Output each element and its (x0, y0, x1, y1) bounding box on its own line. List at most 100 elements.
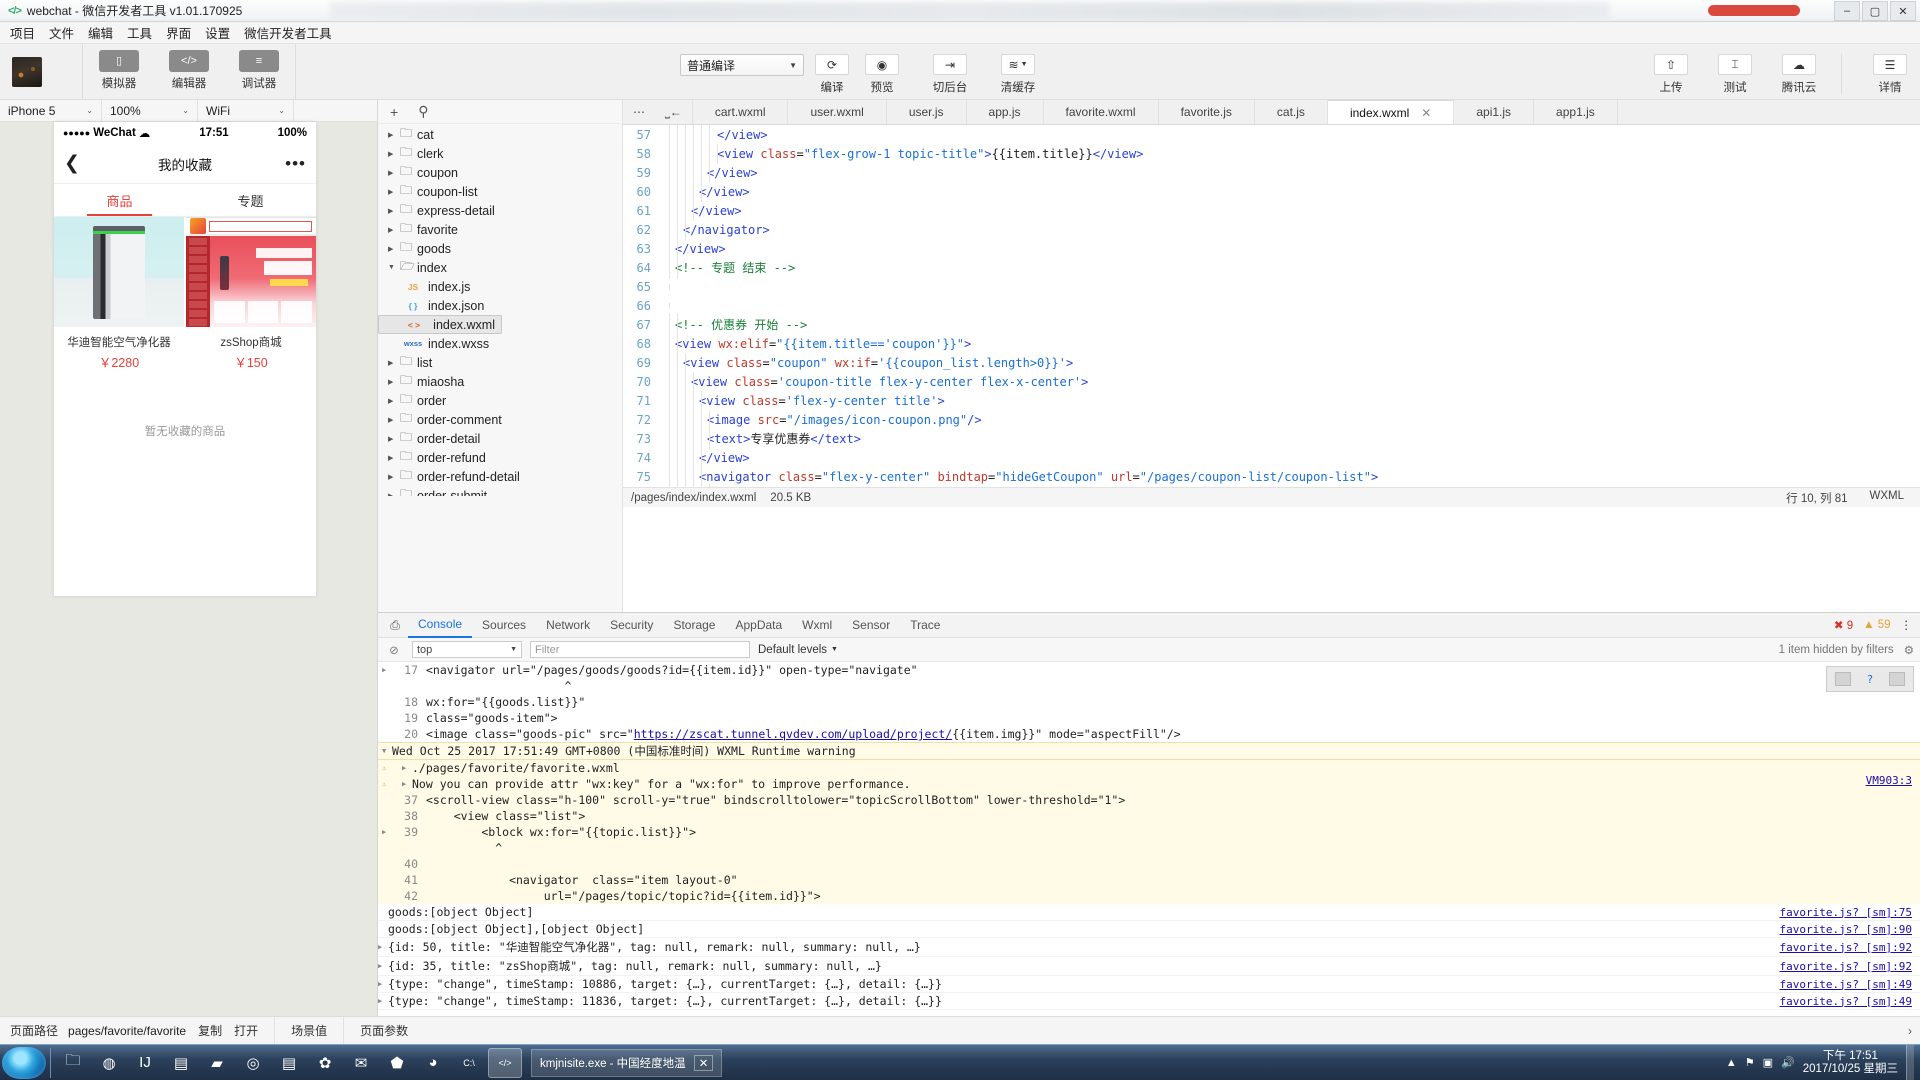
tree-folder-list[interactable]: ▶ 🗀 list (378, 353, 622, 372)
editor-tab-app-js[interactable]: app.js (966, 100, 1044, 124)
editor-tab-cat-js[interactable]: cat.js (1254, 100, 1328, 124)
toolbar-button-clearcache[interactable]: ≋ ▼ 清缓存 (996, 54, 1040, 95)
close-button[interactable]: ✕ (1890, 1, 1916, 21)
taskbar-window-close[interactable]: ✕ (693, 1054, 714, 1071)
menu-item-file[interactable]: 文件 (49, 23, 74, 42)
tree-folder-order-submit[interactable]: ▶ 🗀 order-submit (378, 486, 622, 496)
devtools-tab-console[interactable]: Console (408, 613, 473, 638)
devtools-tab-wxml[interactable]: Wxml (792, 613, 842, 638)
devtools-inspector-widget[interactable]: ? (1826, 666, 1914, 692)
devtools-tab-trace[interactable]: Trace (900, 613, 950, 638)
tree-folder-cat[interactable]: ▶ 🗀 cat (378, 125, 622, 144)
menu-item-tools[interactable]: 工具 (127, 23, 152, 42)
console-log-entry[interactable]: ▶ {id: 50, title: "华迪智能空气净化器", tag: null,… (378, 938, 1920, 957)
tree-file-index.wxml[interactable]: < > index.wxml (378, 315, 502, 334)
menu-item-edit[interactable]: 编辑 (88, 23, 113, 42)
devtools-tab-storage[interactable]: Storage (663, 613, 725, 638)
compile-mode-select[interactable]: 普通编译 ▼ (680, 54, 804, 76)
console-warning-row[interactable]: ⚠ ▶ ./pages/favorite/favorite.wxml (378, 760, 1920, 776)
console-warning-row[interactable]: ⚠ ▶ Now you can provide attr "wx:key" for … (378, 776, 1920, 792)
split-pane-icon[interactable]: ⎵← (655, 100, 693, 124)
toolbar-button-preview[interactable]: ◉ 预览 (860, 54, 904, 95)
tree-folder-goods[interactable]: ▶ 🗀 goods (378, 239, 622, 258)
toolbar-button-cloud[interactable]: ☁ 腾讯云 (1777, 54, 1821, 95)
tree-folder-express-detail[interactable]: ▶ 🗀 express-detail (378, 201, 622, 220)
expand-triangle-icon[interactable]: ▶ (402, 780, 412, 788)
console-source-link[interactable]: VM903:3 (1866, 774, 1912, 787)
taskbar-window-button[interactable]: kmjnisite.exe - 中国经度地温 ✕ (531, 1048, 723, 1077)
chevron-right-icon[interactable]: ▶ (388, 378, 400, 386)
ellipsis-icon[interactable]: ••• (285, 155, 306, 172)
copy-path-button[interactable]: 复制 (198, 1022, 222, 1039)
error-count-badge[interactable]: ✖ 9 (1834, 618, 1853, 632)
tree-file-index.json[interactable]: { } index.json (378, 296, 622, 315)
project-avatar[interactable] (12, 56, 42, 87)
tree-folder-order-refund[interactable]: ▶ 🗀 order-refund (378, 448, 622, 467)
inspect-icon[interactable]: ⎙ (382, 618, 408, 633)
open-path-button[interactable]: 打开 (234, 1022, 258, 1039)
plus-icon[interactable]: + (390, 104, 398, 120)
chevron-right-icon[interactable]: ▶ (388, 169, 400, 177)
toolbar-button-test[interactable]: ⌶ 测试 (1713, 54, 1757, 95)
editor-tab-favorite-wxml[interactable]: favorite.wxml (1043, 100, 1159, 124)
toolbar-button-background[interactable]: ⇥ 切后台 (928, 54, 972, 95)
editor-tab-favorite-js[interactable]: favorite.js (1158, 100, 1255, 124)
menu-item-project[interactable]: 项目 (10, 23, 35, 42)
chevron-right-icon[interactable]: ▶ (388, 207, 400, 215)
console-source-link[interactable]: favorite.js? [sm]:92 (1780, 941, 1912, 954)
console-log-entry[interactable]: ▶ {type: "change", timeStamp: 10886, targ… (378, 976, 1920, 993)
taskbar-pig-icon[interactable]: ◕ (416, 1048, 450, 1078)
console-source-link[interactable]: favorite.js? [sm]:92 (1780, 960, 1912, 973)
editor-tab-user-js[interactable]: user.js (886, 100, 967, 124)
taskbar-intellij-icon[interactable]: IJ (128, 1048, 162, 1078)
tray-flag-icon[interactable]: ⚑ (1745, 1056, 1755, 1069)
taskbar-clock[interactable]: 下午 17:51 2017/10/25 星期三 (1803, 1050, 1898, 1076)
tree-folder-order-refund-detail[interactable]: ▶ 🗀 order-refund-detail (378, 467, 622, 486)
tree-folder-coupon[interactable]: ▶ 🗀 coupon (378, 163, 622, 182)
console-filter-input[interactable]: Filter (530, 641, 750, 658)
zoom-select[interactable]: 100% ⌄ (102, 99, 198, 122)
expand-triangle-icon[interactable]: ▶ (378, 980, 388, 988)
device-select[interactable]: iPhone 5 ⌄ (0, 99, 102, 122)
chevron-right-icon[interactable]: ▶ (388, 435, 400, 443)
toolbar-button-details[interactable]: ☰ 详情 (1868, 54, 1912, 95)
network-select[interactable]: WiFi ⌄ (198, 99, 294, 122)
chevron-right-icon[interactable]: ▶ (388, 359, 400, 367)
chevron-right-icon[interactable]: ▶ (388, 245, 400, 253)
help-icon[interactable]: ? (1867, 673, 1874, 686)
editor-tab-app1-js[interactable]: app1.js (1534, 100, 1618, 124)
toolbar-button-compile[interactable]: ⟳ 编译 (810, 54, 854, 95)
tray-input-icon[interactable]: ▣ (1763, 1056, 1773, 1069)
console-source-link[interactable]: favorite.js? [sm]:49 (1780, 995, 1912, 1008)
ellipsis-icon[interactable]: ⋯ (623, 100, 655, 124)
tree-file-index.wxss[interactable]: wxss index.wxss (378, 334, 622, 353)
console-log[interactable]: ▶ 17 <navigator url="/pages/goods/goods?id… (378, 662, 1920, 1016)
console-log-entry[interactable]: ▶ {type: "change", timeStamp: 11836, targ… (378, 993, 1920, 1010)
expand-triangle-icon[interactable]: ▶ (378, 997, 388, 1005)
console-log-entry[interactable]: ▶ {id: 35, title: "zsShop商城", tag: null, … (378, 957, 1920, 976)
phone-tab-goods[interactable]: 商品 (54, 184, 185, 216)
devtools-tab-sources[interactable]: Sources (472, 613, 536, 638)
editor-tab-index-wxml[interactable]: index.wxml ✕ (1327, 100, 1455, 124)
tree-folder-coupon-list[interactable]: ▶ 🗀 coupon-list (378, 182, 622, 201)
expand-triangle-icon[interactable]: ▶ (378, 943, 388, 951)
devtools-tab-appdata[interactable]: AppData (725, 613, 792, 638)
code-area[interactable]: 57 </view> 58 <view class="flex-grow-1 topi… (623, 125, 1920, 487)
tree-folder-order[interactable]: ▶ 🗀 order (378, 391, 622, 410)
taskbar-folder-icon[interactable]: 🗀 (56, 1048, 90, 1078)
goods-card[interactable]: zsShop商城 ￥150 (186, 217, 316, 379)
tree-file-index.js[interactable]: JS index.js (378, 277, 622, 296)
search-icon[interactable]: ⚲ (418, 103, 428, 120)
tree-folder-clerk[interactable]: ▶ 🗀 clerk (378, 144, 622, 163)
chevron-right-icon[interactable]: ▶ (388, 492, 400, 497)
chevron-right-icon[interactable]: ▶ (388, 150, 400, 158)
console-source-link[interactable]: favorite.js? [sm]:90 (1780, 923, 1912, 936)
editor-tab-cart-wxml[interactable]: cart.wxml (692, 100, 789, 124)
warning-count-badge[interactable]: ▲ 59 (1863, 619, 1890, 631)
console-warning-header[interactable]: ▼ Wed Oct 25 2017 17:51:49 GMT+0800 (中国标准… (378, 742, 1920, 760)
console-log-entry[interactable]: goods:[object Object],[object Object] fav… (378, 921, 1920, 938)
tree-folder-order-detail[interactable]: ▶ 🗀 order-detail (378, 429, 622, 448)
tree-folder-miaosha[interactable]: ▶ 🗀 miaosha (378, 372, 622, 391)
chevron-left-icon[interactable]: ❮ (64, 154, 80, 173)
tree-folder-order-comment[interactable]: ▶ 🗀 order-comment (378, 410, 622, 429)
